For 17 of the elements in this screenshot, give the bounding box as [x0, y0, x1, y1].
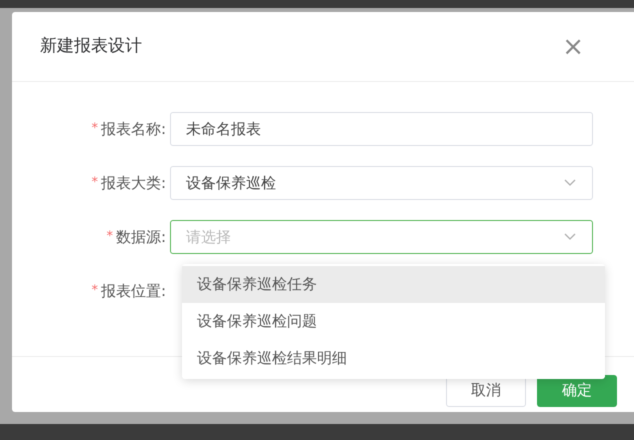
dropdown-option[interactable]: 设备保养巡检任务 [182, 266, 605, 303]
dropdown-option[interactable]: 设备保养巡检结果明细 [182, 340, 605, 377]
close-button[interactable]: × [562, 34, 584, 60]
select-field[interactable]: 设备保养巡检 [170, 166, 593, 200]
dropdown-option[interactable]: 设备保养巡检问题 [182, 303, 605, 340]
chevron-down-icon [564, 179, 576, 187]
field-label: 报表位置: [100, 280, 166, 302]
text-input[interactable]: 未命名报表 [170, 112, 593, 146]
dialog-title: 新建报表设计 [40, 34, 142, 58]
chevron-down-icon [564, 233, 576, 241]
required-mark: * [106, 228, 113, 246]
field-label: 报表大类: [100, 172, 166, 194]
required-mark: * [91, 282, 98, 300]
field-label: 报表名称: [100, 118, 166, 140]
required-mark: * [91, 120, 98, 138]
required-mark: * [91, 174, 98, 192]
field-label: 数据源: [116, 226, 166, 248]
